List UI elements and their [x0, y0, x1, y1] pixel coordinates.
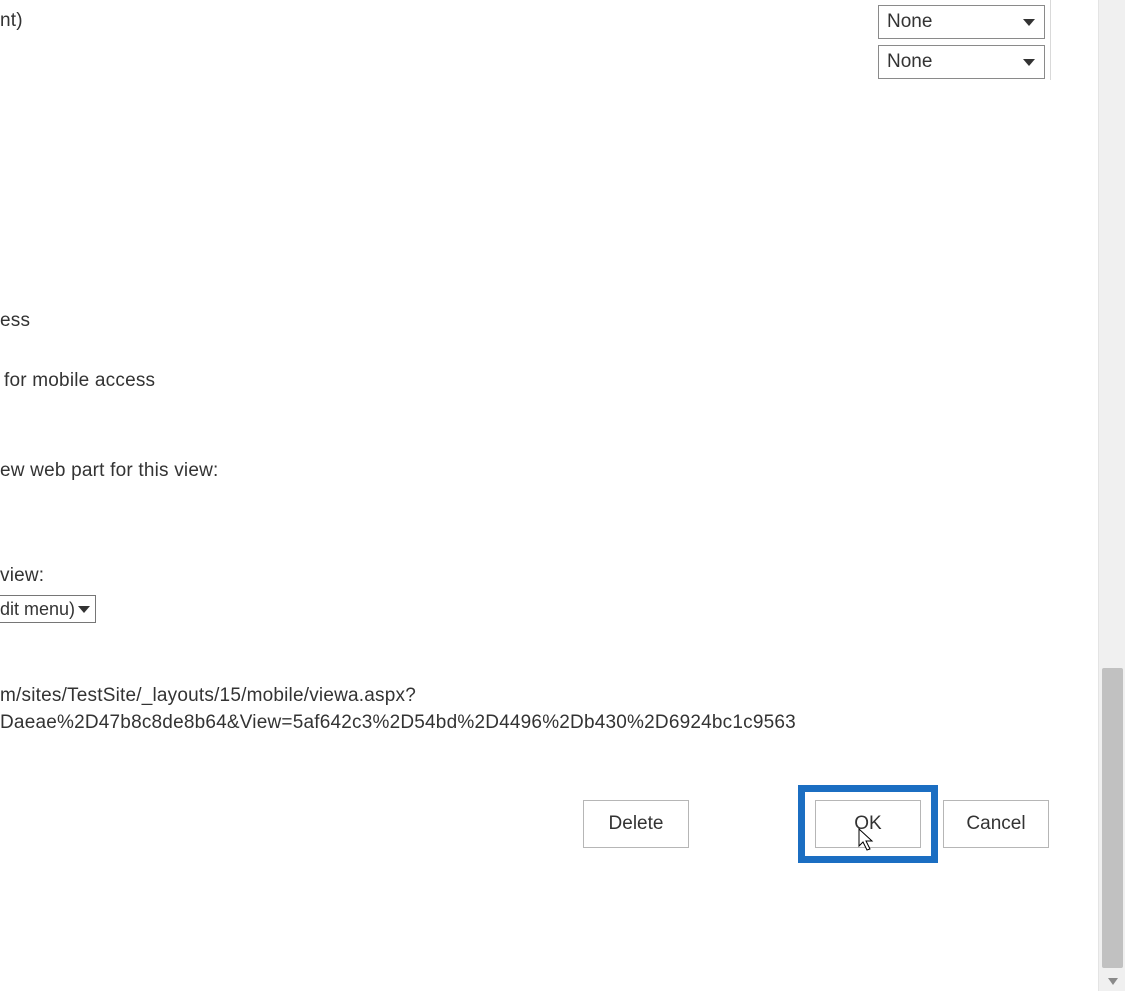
chevron-down-icon [1022, 55, 1036, 69]
select-value: dit menu) [0, 599, 77, 620]
scrollbar-thumb[interactable] [1102, 668, 1123, 968]
chevron-down-icon [1022, 15, 1036, 29]
mobile-view-url: m/sites/TestSite/_layouts/15/mobile/view… [0, 685, 416, 707]
ok-button[interactable]: OK [815, 800, 921, 848]
sort-column-select-1[interactable]: None [878, 5, 1045, 39]
chevron-down-icon [77, 603, 91, 615]
divider [1050, 0, 1051, 80]
text-fragment: ess [0, 310, 30, 332]
sort-column-select-2[interactable]: None [878, 45, 1045, 79]
mobile-access-label: for mobile access [4, 370, 155, 392]
text-fragment: nt) [0, 10, 23, 32]
vertical-scrollbar[interactable] [1098, 0, 1125, 991]
settings-panel: None None nt) ess for mobile access ew w… [0, 0, 1098, 991]
cancel-button[interactable]: Cancel [943, 800, 1049, 848]
action-buttons-row: Delete OK Cancel [0, 800, 1050, 870]
view-label: view: [0, 565, 44, 587]
field-select[interactable]: dit menu) [0, 595, 96, 623]
select-value: None [887, 51, 932, 73]
mobile-view-url: Daeae%2D47b8c8de8b64&View=5af642c3%2D54b… [0, 712, 796, 734]
delete-button[interactable]: Delete [583, 800, 689, 848]
web-part-label: ew web part for this view: [0, 460, 219, 482]
scroll-down-button[interactable] [1099, 971, 1125, 991]
select-value: None [887, 11, 932, 33]
